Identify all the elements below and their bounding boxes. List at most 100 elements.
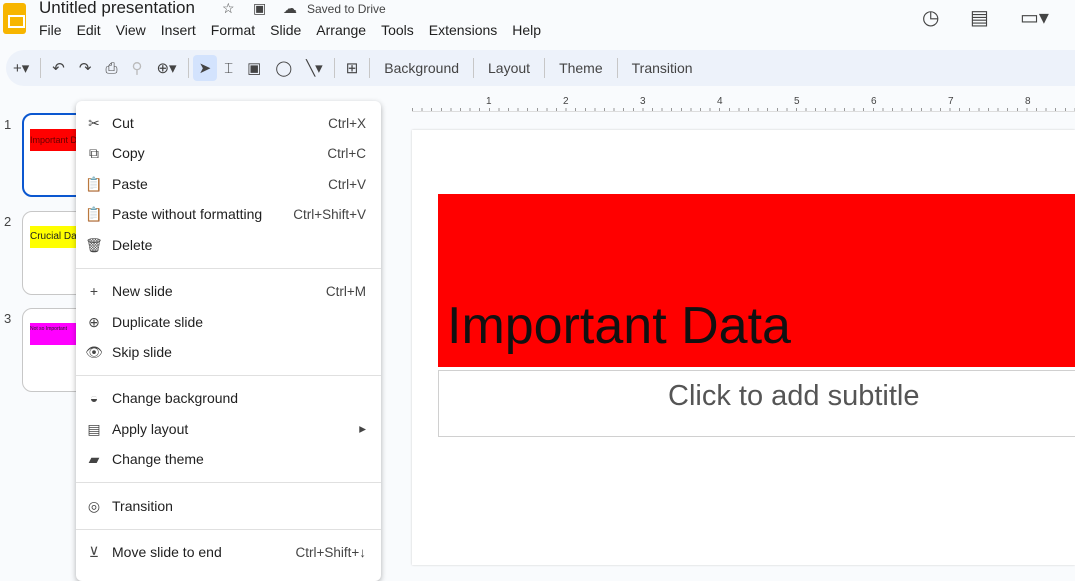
menu-item-label: Delete [112, 237, 153, 253]
menu-extensions[interactable]: Extensions [429, 22, 497, 38]
menu-item-label: Paste without formatting [112, 206, 263, 222]
zoom-icon[interactable]: ⊕▾ [149, 59, 183, 77]
menu-item-label: New slide [112, 283, 173, 299]
shape-icon[interactable]: ◯ [268, 59, 299, 77]
transition-button[interactable]: Transition [622, 60, 703, 76]
menu-item-move-slide-to-end[interactable]: ⊻ Move slide to end Ctrl+Shift+↓ [76, 537, 381, 567]
horizontal-ruler[interactable] [412, 96, 1075, 112]
save-status: Saved to Drive [307, 2, 386, 16]
menu-item-shortcut: ▸ [359, 421, 366, 436]
menu-item-label: Cut [112, 115, 134, 131]
menu-view[interactable]: View [116, 22, 146, 38]
layout-icon: ▤ [87, 420, 101, 437]
menu-tools[interactable]: Tools [381, 22, 414, 38]
comments-icon[interactable]: ▤ [970, 5, 989, 30]
trash-icon: 🗑 [85, 236, 103, 253]
history-icon[interactable]: ◷ [922, 5, 939, 30]
meet-icon[interactable]: ▭▾ [1020, 5, 1049, 30]
menu-item-label: Move slide to end [112, 544, 222, 560]
menu-item-shortcut: Ctrl+M [325, 283, 366, 299]
menu-item-change-background[interactable]: ◒ Change background [76, 383, 381, 413]
menu-divider [76, 268, 381, 269]
redo-icon[interactable]: ↷ [72, 59, 99, 77]
star-icon[interactable]: ☆ [222, 0, 235, 17]
select-icon[interactable]: ➤ [192, 55, 218, 81]
menu-item-label: Skip slide [112, 344, 172, 360]
paste-plain-icon: 📋 [85, 205, 103, 222]
menu-item-label: Apply layout [112, 421, 189, 437]
ruler-label: 8 [1025, 96, 1031, 107]
slide-title[interactable]: Important Data [447, 296, 791, 356]
menu-item-duplicate-slide[interactable]: ⊕ Duplicate slide [76, 307, 381, 337]
menu-item-paste-without-formatting[interactable]: 📋 Paste without formatting Ctrl+Shift+V [76, 199, 381, 229]
menu-item-label: Transition [112, 498, 173, 514]
cloud-saved-icon: ☁ [283, 0, 297, 16]
ruler-label: 4 [717, 96, 723, 107]
slide-number: 1 [4, 117, 12, 132]
menu-item-label: Copy [112, 145, 145, 161]
scissors-icon: ✂ [88, 114, 100, 131]
copy-icon: ⧉ [89, 144, 99, 161]
menu-help[interactable]: Help [512, 22, 541, 38]
theme-button[interactable]: Theme [549, 60, 613, 76]
image-icon[interactable]: ▣ [240, 59, 268, 77]
layout-button[interactable]: Layout [478, 60, 540, 76]
ruler-label: 6 [871, 96, 877, 107]
menu-item-shortcut: Ctrl+Shift+V [293, 206, 366, 222]
menu-item-label: Paste [112, 176, 148, 192]
menu-file[interactable]: File [39, 22, 62, 38]
menu-divider [76, 529, 381, 530]
menu-divider [76, 375, 381, 376]
clipboard-icon: 📋 [85, 175, 103, 192]
ruler-label: 1 [486, 96, 492, 107]
undo-icon[interactable]: ↶ [45, 59, 72, 77]
menu-item-change-theme[interactable]: ▰ Change theme [76, 444, 381, 474]
slide-number: 3 [4, 311, 12, 326]
menu-edit[interactable]: Edit [77, 22, 101, 38]
menu-item-delete[interactable]: 🗑 Delete [76, 230, 381, 260]
menu-bar: File Edit View Insert Format Slide Arran… [39, 22, 556, 38]
document-title[interactable]: Untitled presentation [39, 0, 195, 18]
subtitle-placeholder[interactable]: Click to add subtitle [668, 380, 919, 413]
menu-item-label: Change theme [112, 451, 204, 467]
ruler-label: 2 [563, 96, 569, 107]
menu-item-label: Change background [112, 390, 239, 406]
menu-arrange[interactable]: Arrange [316, 22, 366, 38]
paint-roller-icon: ▰ [88, 450, 100, 467]
menu-item-shortcut: Ctrl+Shift+↓ [295, 544, 366, 560]
paint-format-icon[interactable]: ⚲ [124, 59, 149, 77]
text-box-icon[interactable]: ⌶ [217, 60, 240, 77]
menu-item-skip-slide[interactable]: 👁 Skip slide [76, 337, 381, 367]
menu-item-new-slide[interactable]: + New slide Ctrl+M [76, 276, 381, 306]
context-menu: ✂ Cut Ctrl+X ⧉ Copy Ctrl+C 📋 Paste Ctrl+V 📋 Paste … [76, 101, 381, 581]
fill-icon: ◒ [89, 390, 99, 406]
menu-format[interactable]: Format [211, 22, 255, 38]
menu-item-apply-layout[interactable]: ▤ Apply layout ▸ [76, 414, 381, 444]
toolbar: +▾ ↶ ↷ ⎙ ⚲ ⊕▾ ➤ ⌶ ▣ ◯ ╲▾ ⊞ Background La… [6, 50, 1075, 86]
new-slide-icon[interactable]: +▾ [6, 59, 36, 77]
print-icon[interactable]: ⎙ [98, 60, 124, 77]
menu-slide[interactable]: Slide [270, 22, 301, 38]
menu-item-copy[interactable]: ⧉ Copy Ctrl+C [76, 138, 381, 168]
menu-item-transition[interactable]: ◎ Transition [76, 491, 381, 521]
menu-item-paste[interactable]: 📋 Paste Ctrl+V [76, 169, 381, 199]
eye-icon: 👁 [85, 343, 103, 360]
line-icon[interactable]: ╲▾ [299, 59, 330, 77]
transition-icon: ◎ [87, 497, 101, 514]
slides-logo[interactable] [3, 3, 26, 34]
menu-item-shortcut: Ctrl+X [328, 115, 366, 131]
ruler-label: 5 [794, 96, 800, 107]
menu-insert[interactable]: Insert [161, 22, 196, 38]
ruler-label: 7 [948, 96, 954, 107]
move-end-icon: ⊻ [88, 543, 100, 560]
menu-divider [76, 482, 381, 483]
menu-item-cut[interactable]: ✂ Cut Ctrl+X [76, 108, 381, 138]
move-folder-icon[interactable]: ▣ [253, 0, 266, 17]
comment-add-icon[interactable]: ⊞ [339, 59, 366, 77]
background-button[interactable]: Background [374, 60, 469, 76]
slide-number: 2 [4, 214, 12, 229]
menu-item-shortcut: Ctrl+V [328, 176, 366, 192]
menu-item-shortcut: Ctrl+C [327, 145, 366, 161]
plus-icon: + [89, 283, 99, 299]
ruler-label: 3 [640, 96, 646, 107]
